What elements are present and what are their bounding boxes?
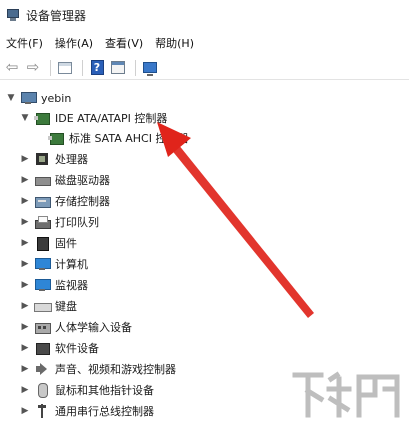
title-bar: 设备管理器 — [0, 0, 409, 30]
tree-node-label: 计算机 — [55, 258, 88, 271]
software-device-icon — [34, 341, 50, 355]
ide-controller-icon — [34, 111, 50, 125]
tree-node-label: 软件设备 — [55, 342, 99, 355]
processor-icon — [34, 152, 50, 166]
disk-drive-icon — [34, 173, 51, 187]
chevron-down-icon[interactable]: ▼ — [6, 93, 16, 103]
keyboard-icon — [34, 299, 52, 313]
tree-node-ide[interactable]: ▼ IDE ATA/ATAPI 控制器 — [20, 108, 167, 128]
chevron-right-icon[interactable]: ▶ — [20, 406, 30, 416]
menu-file[interactable]: 文件(F) — [0, 35, 49, 51]
toolbar: ⇦ ⇨ ? — [0, 56, 409, 80]
chevron-right-icon[interactable]: ▶ — [20, 385, 30, 395]
menu-view[interactable]: 查看(V) — [99, 35, 149, 51]
tree-node-disk[interactable]: ▶ 磁盘驱动器 — [20, 170, 110, 190]
tree-node-keyboard[interactable]: ▶ 键盘 — [20, 296, 77, 316]
tree-node-firmware[interactable]: ▶ 固件 — [20, 233, 77, 253]
monitor-icon — [34, 278, 51, 292]
back-arrow-icon[interactable]: ⇦ — [3, 59, 21, 77]
menu-action[interactable]: 操作(A) — [49, 35, 99, 51]
monitor-scan-icon[interactable] — [141, 59, 159, 77]
tree-node-label: 打印队列 — [55, 216, 99, 229]
chevron-right-icon[interactable]: ▶ — [20, 217, 30, 227]
forward-arrow-icon[interactable]: ⇨ — [24, 59, 42, 77]
chevron-right-icon[interactable]: ▶ — [20, 280, 30, 290]
firmware-icon — [34, 236, 50, 251]
tree-node-label: 处理器 — [55, 153, 88, 166]
chevron-right-icon[interactable]: ▶ — [20, 259, 30, 269]
computer-icon — [34, 257, 51, 271]
tree-node-label: 监视器 — [55, 279, 88, 292]
tree-node-label: 标准 SATA AHCI 控制器 — [69, 132, 189, 145]
usb-icon — [34, 404, 50, 418]
chevron-right-icon[interactable]: ▶ — [20, 364, 30, 374]
chevron-right-icon[interactable]: ▶ — [20, 322, 30, 332]
chevron-right-icon[interactable]: ▶ — [20, 175, 30, 185]
tree-node-label: 存储控制器 — [55, 195, 110, 208]
tree-node-label: 通用串行总线控制器 — [55, 405, 154, 418]
tree-node-label: 人体学输入设备 — [55, 321, 132, 334]
tree-node-sata[interactable]: 标准 SATA AHCI 控制器 — [48, 128, 188, 148]
computer-icon — [20, 91, 37, 105]
tree-node-label: 固件 — [55, 237, 77, 250]
menu-help[interactable]: 帮助(H) — [149, 35, 200, 51]
tree-node-software[interactable]: ▶ 软件设备 — [20, 338, 99, 358]
toolbar-separator — [135, 59, 136, 76]
chevron-down-icon[interactable]: ▼ — [20, 113, 30, 123]
tree-node-label: IDE ATA/ATAPI 控制器 — [55, 112, 168, 125]
toolbar-separator — [50, 59, 51, 76]
tree-node-usb[interactable]: ▶ 通用串行总线控制器 — [20, 401, 154, 421]
chevron-right-icon[interactable]: ▶ — [20, 154, 30, 164]
tree-root-label: yebin — [41, 91, 72, 105]
tree-node-label: 键盘 — [55, 300, 77, 313]
tree-node-sound[interactable]: ▶ 声音、视频和游戏控制器 — [20, 359, 176, 379]
tree-node-monitor[interactable]: ▶ 监视器 — [20, 275, 88, 295]
tree-node-hid[interactable]: ▶ 人体学输入设备 — [20, 317, 132, 337]
speaker-icon — [34, 362, 50, 376]
tree-node-storage[interactable]: ▶ 存储控制器 — [20, 191, 110, 211]
toolbar-separator — [82, 59, 83, 76]
tree-node-label: 磁盘驱动器 — [55, 174, 110, 187]
chevron-right-icon[interactable]: ▶ — [20, 343, 30, 353]
ide-controller-icon — [48, 131, 64, 145]
menu-bar: 文件(F) 操作(A) 查看(V) 帮助(H) — [0, 33, 409, 53]
storage-controller-icon — [34, 194, 51, 208]
tree-node-label: 声音、视频和游戏控制器 — [55, 363, 176, 376]
tree-node-processor[interactable]: ▶ 处理器 — [20, 149, 88, 169]
mouse-icon — [34, 383, 50, 398]
tree-root[interactable]: ▼ yebin — [6, 88, 72, 108]
device-tree: ▼ yebin ▼ IDE ATA/ATAPI 控制器 标准 SATA AHCI… — [0, 84, 409, 423]
chevron-right-icon[interactable]: ▶ — [20, 238, 30, 248]
chevron-right-icon[interactable]: ▶ — [20, 196, 30, 206]
window-title: 设备管理器 — [26, 8, 87, 23]
chevron-right-icon[interactable]: ▶ — [20, 301, 30, 311]
properties-icon[interactable] — [109, 59, 127, 77]
view-grid-icon[interactable] — [56, 59, 74, 77]
device-manager-icon — [6, 8, 20, 22]
tree-node-print-queue[interactable]: ▶ 打印队列 — [20, 212, 99, 232]
tree-node-label: 鼠标和其他指针设备 — [55, 384, 154, 397]
tree-node-mouse[interactable]: ▶ 鼠标和其他指针设备 — [20, 380, 154, 400]
tree-node-computer[interactable]: ▶ 计算机 — [20, 254, 88, 274]
printer-icon — [34, 215, 51, 229]
hid-device-icon — [34, 320, 51, 334]
help-icon[interactable]: ? — [88, 59, 106, 77]
